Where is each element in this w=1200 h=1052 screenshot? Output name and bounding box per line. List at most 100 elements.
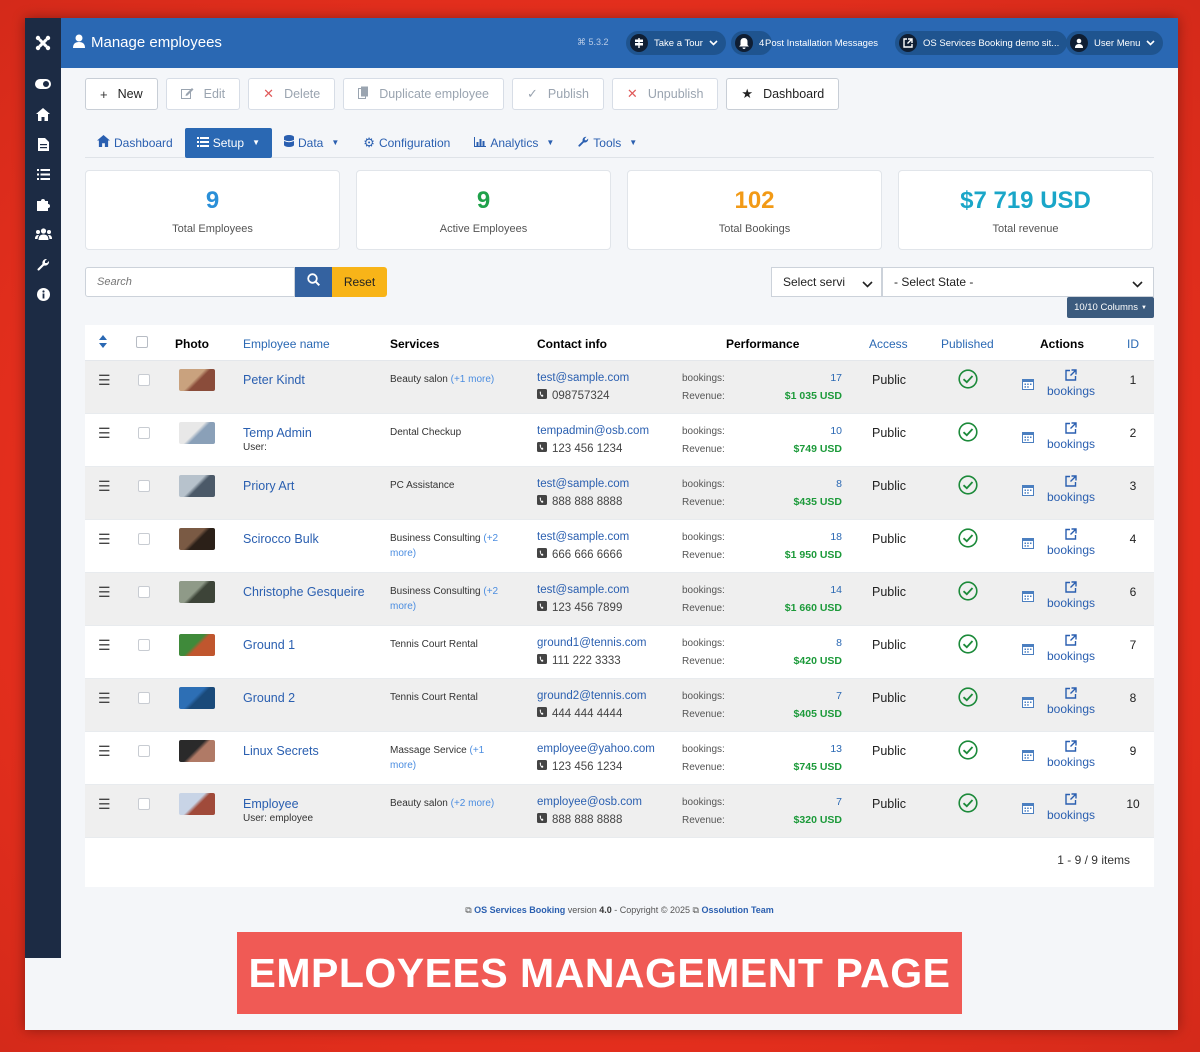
row-checkbox[interactable] [138, 427, 150, 439]
dashboard-button[interactable]: ★ Dashboard [726, 78, 840, 110]
calendar-icon[interactable] [1022, 589, 1034, 607]
employee-email[interactable]: ground1@tennis.com [537, 637, 647, 649]
employee-name-link[interactable]: Ground 1 [243, 638, 295, 652]
published-check-icon[interactable] [958, 687, 978, 712]
search-button[interactable] [295, 267, 332, 297]
published-check-icon[interactable] [958, 634, 978, 659]
row-checkbox[interactable] [138, 533, 150, 545]
drag-handle-icon[interactable]: ☰ [98, 478, 111, 495]
employee-email[interactable]: ground2@tennis.com [537, 690, 647, 702]
calendar-icon[interactable] [1022, 801, 1034, 819]
bookings-action-link[interactable]: bookings [1046, 634, 1096, 663]
menus-list-icon[interactable] [25, 163, 61, 185]
bookings-action-link[interactable]: bookings [1046, 740, 1096, 769]
row-checkbox[interactable] [138, 586, 150, 598]
published-check-icon[interactable] [958, 581, 978, 606]
more-services-link[interactable]: (+1 more) [451, 374, 495, 385]
nav-setup[interactable]: Setup ▼ [184, 127, 272, 158]
system-wrench-icon[interactable] [25, 253, 61, 275]
footer-product-link[interactable]: OS Services Booking [474, 905, 565, 915]
col-published[interactable]: Published [941, 337, 994, 351]
nav-data[interactable]: Data ▼ [272, 128, 351, 158]
calendar-icon[interactable] [1022, 536, 1034, 554]
bookings-action-link[interactable]: bookings [1046, 528, 1096, 557]
select-service-dropdown[interactable]: Select servi [771, 267, 882, 297]
more-services-link[interactable]: (+2 more) [451, 798, 495, 809]
sort-icon[interactable] [99, 335, 107, 351]
employee-name-link[interactable]: Priory Art [243, 479, 294, 493]
employee-name-link[interactable]: Peter Kindt [243, 373, 305, 387]
employee-name-link[interactable]: Christophe Gesqueire [243, 585, 365, 599]
columns-toggle-button[interactable]: 10/10 Columns ▼ [1067, 297, 1154, 318]
col-id[interactable]: ID [1127, 337, 1139, 351]
row-checkbox[interactable] [138, 798, 150, 810]
published-check-icon[interactable] [958, 740, 978, 765]
nav-tools[interactable]: Tools ▼ [566, 128, 649, 158]
footer-team-link[interactable]: Ossolution Team [701, 905, 773, 915]
reset-button[interactable]: Reset [332, 267, 387, 297]
edit-button[interactable]: Edit [165, 78, 241, 110]
duplicate-button[interactable]: Duplicate employee [343, 78, 504, 110]
drag-handle-icon[interactable]: ☰ [98, 531, 111, 548]
bookings-action-link[interactable]: bookings [1046, 793, 1096, 822]
help-info-icon[interactable] [25, 283, 61, 305]
calendar-icon[interactable] [1022, 695, 1034, 713]
extensions-puzzle-icon[interactable] [25, 193, 61, 215]
employee-name-link[interactable]: Employee [243, 797, 299, 811]
employee-email[interactable]: test@sample.com [537, 531, 629, 543]
drag-handle-icon[interactable]: ☰ [98, 425, 111, 442]
row-checkbox[interactable] [138, 745, 150, 757]
content-icon[interactable] [25, 133, 61, 155]
col-employee-name[interactable]: Employee name [243, 337, 330, 351]
drag-handle-icon[interactable]: ☰ [98, 637, 111, 654]
calendar-icon[interactable] [1022, 748, 1034, 766]
bookings-action-link[interactable]: bookings [1046, 475, 1096, 504]
published-check-icon[interactable] [958, 422, 978, 447]
calendar-icon[interactable] [1022, 642, 1034, 660]
select-state-dropdown[interactable]: - Select State - [882, 267, 1154, 297]
published-check-icon[interactable] [958, 369, 978, 394]
bookings-action-link[interactable]: bookings [1046, 422, 1096, 451]
calendar-icon[interactable] [1022, 377, 1034, 395]
select-all-checkbox[interactable] [136, 336, 148, 348]
search-input[interactable] [85, 267, 295, 297]
employee-email[interactable]: test@sample.com [537, 372, 629, 384]
drag-handle-icon[interactable]: ☰ [98, 690, 111, 707]
nav-analytics[interactable]: Analytics ▼ [462, 128, 566, 158]
employee-email[interactable]: test@sample.com [537, 584, 629, 596]
new-button[interactable]: + New [85, 78, 158, 110]
published-check-icon[interactable] [958, 793, 978, 818]
employee-email[interactable]: test@sample.com [537, 478, 629, 490]
nav-configuration[interactable]: ⚙ Configuration [351, 128, 462, 158]
row-checkbox[interactable] [138, 374, 150, 386]
drag-handle-icon[interactable]: ☰ [98, 796, 111, 813]
delete-button[interactable]: ✕ Delete [248, 78, 336, 110]
row-checkbox[interactable] [138, 639, 150, 651]
home-icon[interactable] [25, 103, 61, 125]
employee-email[interactable]: tempadmin@osb.com [537, 425, 649, 437]
joomla-logo-icon[interactable] [25, 18, 61, 68]
toggle-menu-icon[interactable] [25, 73, 61, 95]
drag-handle-icon[interactable]: ☰ [98, 372, 111, 389]
row-checkbox[interactable] [138, 480, 150, 492]
employee-email[interactable]: employee@yahoo.com [537, 743, 655, 755]
published-check-icon[interactable] [958, 528, 978, 553]
row-checkbox[interactable] [138, 692, 150, 704]
bookings-action-link[interactable]: bookings [1046, 687, 1096, 716]
col-access[interactable]: Access [869, 337, 908, 351]
published-check-icon[interactable] [958, 475, 978, 500]
take-tour-button[interactable]: Take a Tour [626, 31, 726, 55]
site-link-button[interactable]: OS Services Booking demo sit... [895, 31, 1068, 55]
nav-dashboard[interactable]: Dashboard [85, 128, 185, 158]
drag-handle-icon[interactable]: ☰ [98, 584, 111, 601]
calendar-icon[interactable] [1022, 430, 1034, 448]
employee-name-link[interactable]: Ground 2 [243, 691, 295, 705]
bookings-action-link[interactable]: bookings [1046, 581, 1096, 610]
user-menu-button[interactable]: User Menu [1066, 31, 1164, 55]
employee-name-link[interactable]: Linux Secrets [243, 744, 319, 758]
unpublish-button[interactable]: ✕ Unpublish [611, 78, 719, 110]
employee-name-link[interactable]: Temp Admin [243, 426, 312, 440]
publish-button[interactable]: ✓ Publish [512, 78, 604, 110]
drag-handle-icon[interactable]: ☰ [98, 743, 111, 760]
users-icon[interactable] [25, 223, 61, 245]
